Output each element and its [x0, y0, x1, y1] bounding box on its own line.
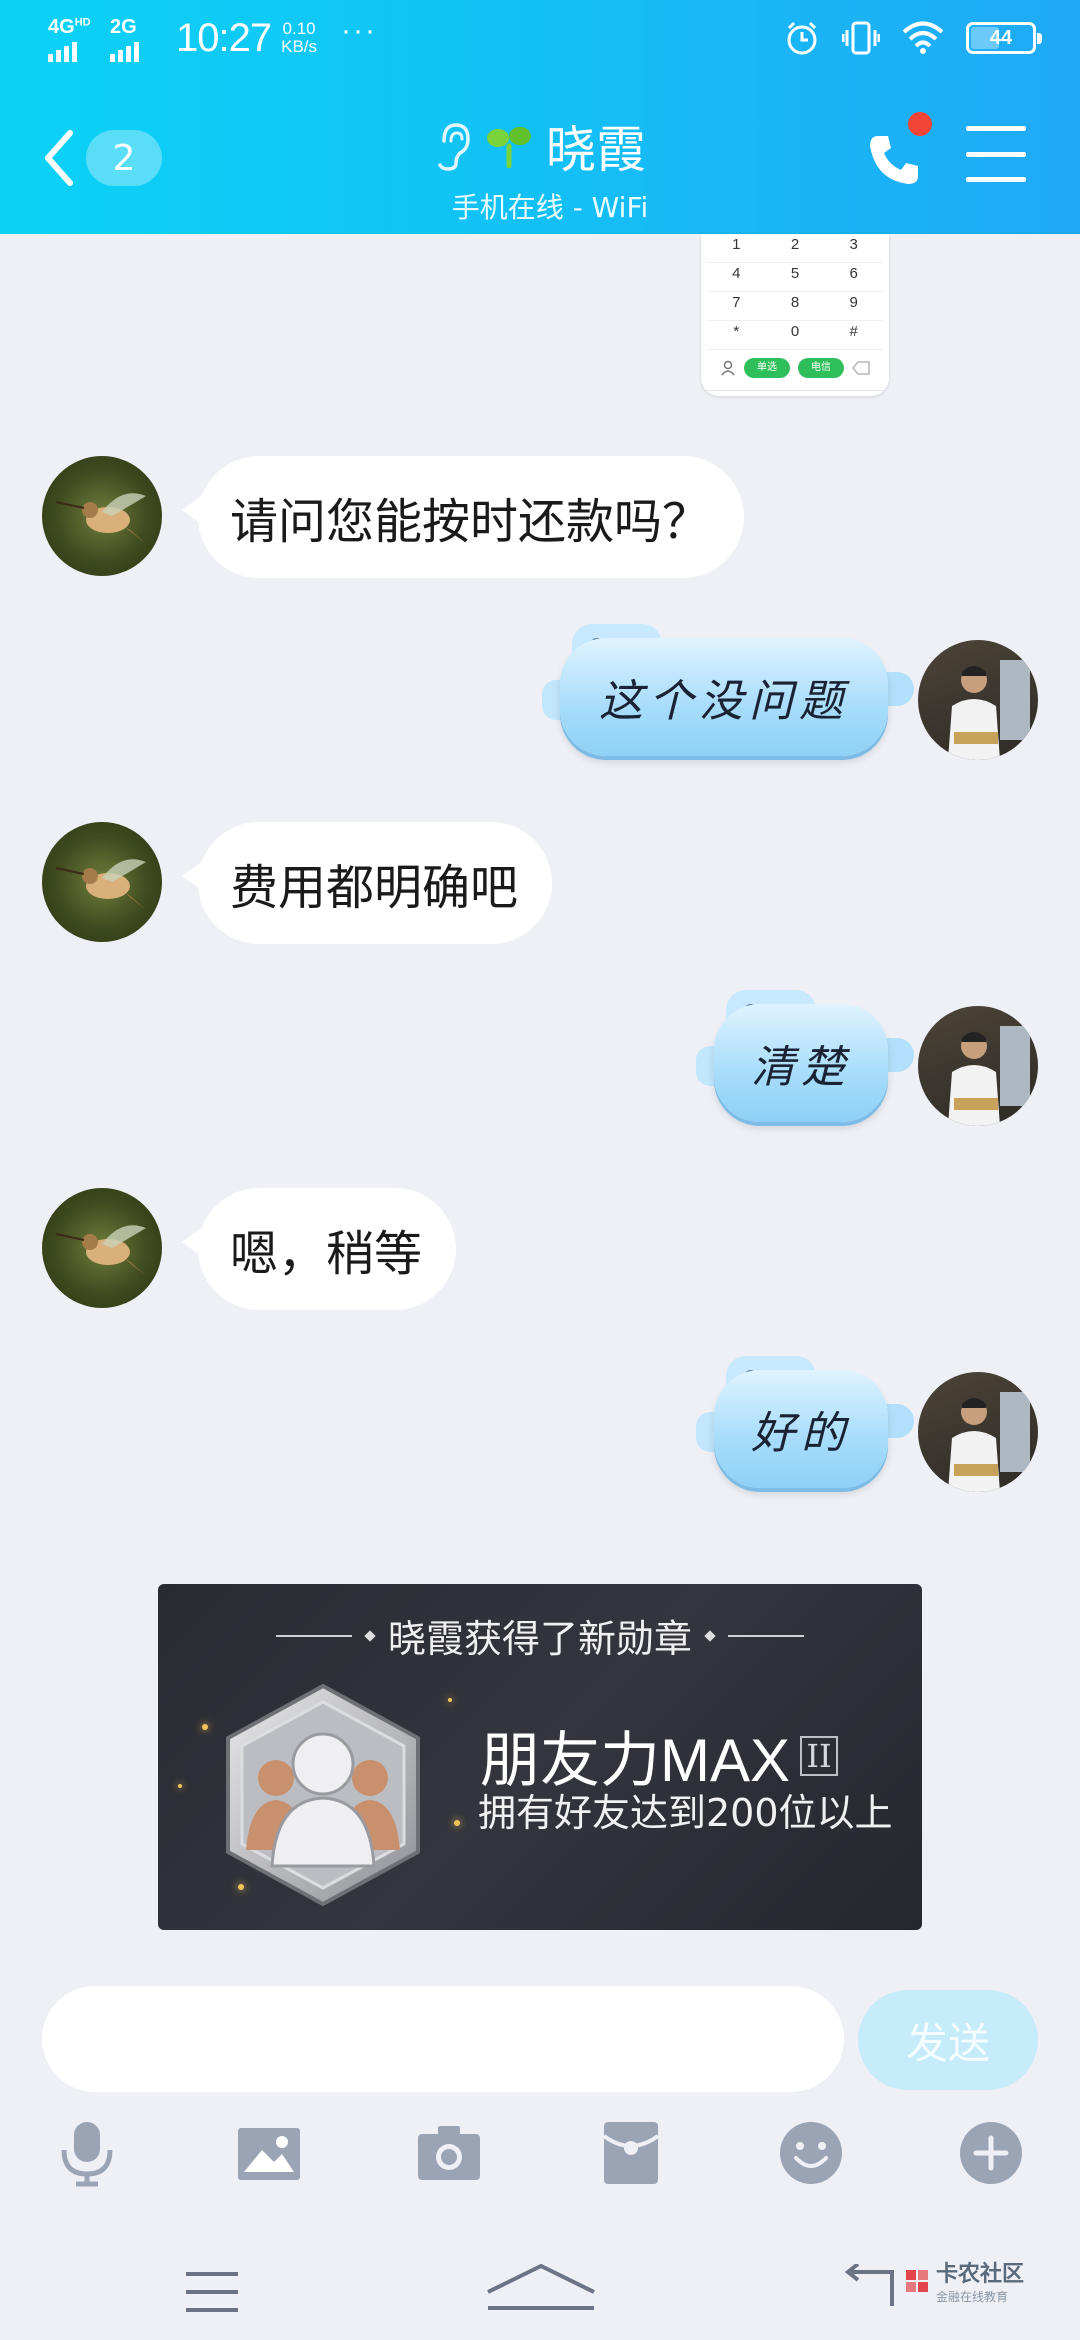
badge-level: II: [800, 1735, 839, 1776]
dialpad-key: 5: [765, 265, 825, 292]
signal-4g-icon: 4GHD: [48, 14, 96, 62]
chat-header: 4GHD 2G 10:27 0.10 KB/s ··· 44 2 晓霞 手机在线…: [0, 0, 1080, 234]
message-text: 这个没问题: [560, 638, 888, 756]
phone-icon: [870, 136, 918, 184]
network-speed: 0.10 KB/s: [281, 20, 317, 56]
voice-call-button[interactable]: [858, 112, 934, 196]
image-icon[interactable]: [234, 2118, 304, 2188]
sprout-icon: [487, 127, 531, 168]
message-bubble-received[interactable]: 费用都明确吧: [181, 822, 553, 944]
contact-avatar[interactable]: [42, 456, 162, 576]
dial-button-a: 单选: [744, 358, 790, 378]
wifi-icon: [902, 21, 944, 54]
badge-card-header: 晓霞获得了新勋章: [158, 1608, 922, 1663]
menu-button[interactable]: [966, 126, 1026, 182]
signal-2g-icon: 2G: [110, 14, 158, 62]
dialpad-key: 6: [824, 265, 883, 292]
plus-icon[interactable]: [956, 2118, 1026, 2188]
status-bar: 4GHD 2G 10:27 0.10 KB/s ··· 44: [0, 0, 1080, 84]
shared-image-thumbnail[interactable]: 1 2 3 4 5 6 7 8 9 * 0 # 单选 电信: [701, 234, 889, 396]
battery-level: 44: [989, 27, 1013, 49]
watermark-subtitle: 金融在线教育: [935, 2290, 1008, 2304]
dialpad-key: 3: [824, 236, 883, 263]
hummingbird-icon: [55, 493, 146, 544]
badge-name: 朋友力MAX II: [480, 1712, 839, 1799]
message-bubble-sent[interactable]: 好的: [696, 1356, 914, 1506]
hummingbird-icon: [55, 859, 146, 910]
dialpad-key: 8: [765, 294, 825, 321]
ear-icon: [438, 123, 470, 171]
friend-badge-icon: [226, 1683, 420, 1907]
my-avatar[interactable]: [918, 1372, 1038, 1492]
back-nav-icon[interactable]: [842, 2264, 896, 2310]
dialpad-actions: 单选 电信: [701, 358, 889, 378]
dialpad-keys: 1 2 3 4 5 6 7 8 9 * 0 #: [701, 234, 889, 350]
person-photo-icon: [948, 660, 1030, 760]
microphone-icon[interactable]: [52, 2118, 122, 2188]
battery-icon: 44: [966, 22, 1042, 54]
contact-name: 晓霞: [546, 121, 646, 179]
person-photo-icon: [948, 1026, 1030, 1126]
recent-apps-icon[interactable]: [184, 2270, 240, 2314]
message-input[interactable]: [42, 1986, 844, 2092]
hummingbird-icon: [55, 1225, 146, 1276]
message-bubble-received[interactable]: 请问您能按时还款吗？: [181, 456, 745, 578]
message-bubble-received[interactable]: 嗯，稍等: [181, 1188, 457, 1310]
notification-dot: [908, 112, 932, 136]
home-icon[interactable]: [484, 2262, 598, 2312]
message-text: 好的: [714, 1370, 888, 1488]
camera-icon[interactable]: [414, 2118, 484, 2188]
speed-unit: KB/s: [281, 37, 318, 56]
badge-card-title: 晓霞获得了新勋章: [387, 1617, 692, 1661]
thumbnail-navbar: [701, 390, 889, 392]
network-type-2: 2G: [110, 16, 137, 38]
clock: 10:27: [176, 15, 272, 60]
my-avatar[interactable]: [918, 640, 1038, 760]
network-type-1-sup: HD: [74, 16, 91, 29]
speed-value: 0.10: [282, 19, 316, 38]
dialpad-key: 9: [824, 294, 883, 321]
dialpad-key: 1: [707, 236, 766, 263]
alarm-icon: [787, 21, 817, 55]
my-avatar[interactable]: [918, 1006, 1038, 1126]
dialpad-key: *: [707, 323, 766, 350]
dialpad-key: 7: [707, 294, 766, 321]
vibrate-icon: [842, 21, 880, 55]
kanong-logo-icon: [905, 2269, 928, 2292]
badge-description: 拥有好友达到200位以上: [478, 1791, 893, 1835]
person-photo-icon: [948, 1392, 1030, 1492]
dial-button-b: 电信: [798, 358, 844, 378]
message-bubble-sent[interactable]: 这个没问题: [542, 624, 914, 774]
message-bubble-sent[interactable]: 清楚: [696, 990, 914, 1140]
menu-icon: [966, 126, 1026, 131]
dialpad-key: 4: [707, 265, 766, 292]
dialpad-key: 0: [765, 323, 825, 350]
dialpad-key: #: [824, 323, 883, 350]
message-text: 清楚: [714, 1004, 888, 1122]
network-type-1: 4G: [48, 16, 75, 38]
red-packet-icon[interactable]: [596, 2118, 666, 2188]
badge-card[interactable]: 晓霞获得了新勋章 朋友力MAX II 拥有好友达到200位以上: [158, 1584, 922, 1930]
delete-icon: [852, 361, 870, 375]
emoji-icon[interactable]: [776, 2118, 846, 2188]
watermark: 卡农社区 金融在线教育: [902, 2256, 1024, 2305]
contact-avatar[interactable]: [42, 822, 162, 942]
contact-avatar[interactable]: [42, 1188, 162, 1308]
badge-name-text: 朋友力MAX: [480, 1727, 791, 1794]
watermark-title: 卡农社区: [935, 2262, 1024, 2287]
dialpad-key: 2: [765, 236, 825, 263]
contacts-icon: [721, 360, 735, 376]
send-button[interactable]: 发送: [858, 1990, 1038, 2090]
more-notifications: ···: [341, 14, 377, 47]
